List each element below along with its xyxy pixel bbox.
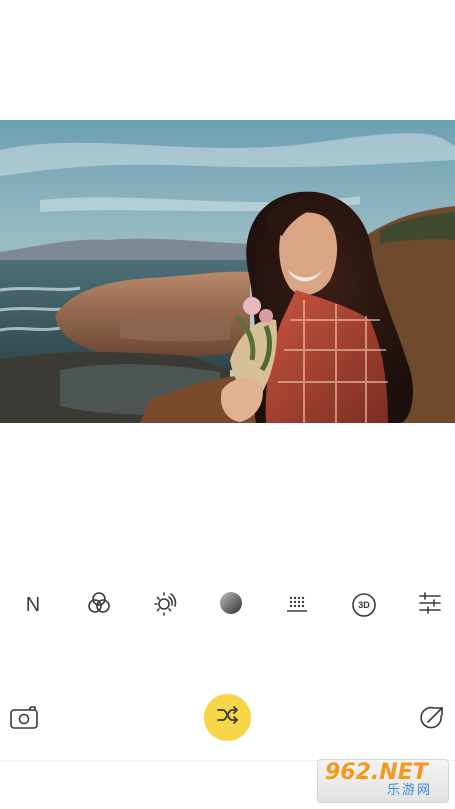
watermark-bottom-text: 乐游网 [387,783,433,798]
export-arrow-icon [419,705,445,736]
gradient-circle-icon [218,590,244,621]
camera-icon [9,705,39,736]
camera-button[interactable] [8,704,40,736]
tool-color-mix-button[interactable] [82,588,116,622]
letter-n-icon: N [25,593,41,616]
dotted-grid-icon [284,590,310,621]
tool-tone-button[interactable] [214,588,248,622]
sliders-icon [417,590,443,621]
watermark-logo: 962.NET 乐游网 [317,759,449,803]
filter-toolbar: N 3D [0,588,455,622]
share-button[interactable] [416,704,448,736]
3d-label: 3D [358,600,370,610]
tool-normal-button[interactable]: N [16,588,50,622]
shuffle-button[interactable] [204,694,251,741]
watermark-top-text: 962.NET [325,760,428,785]
bottom-action-bar [0,690,455,750]
tool-3d-button[interactable]: 3D [347,588,381,622]
tool-grain-button[interactable] [280,588,314,622]
overlapping-circles-icon [86,590,112,621]
photo-preview [0,120,455,423]
tool-exposure-button[interactable] [148,588,182,622]
shuffle-icon [216,705,240,730]
sun-dial-icon [151,589,179,622]
3d-circle-icon: 3D [351,592,377,618]
tool-adjust-button[interactable] [413,588,447,622]
